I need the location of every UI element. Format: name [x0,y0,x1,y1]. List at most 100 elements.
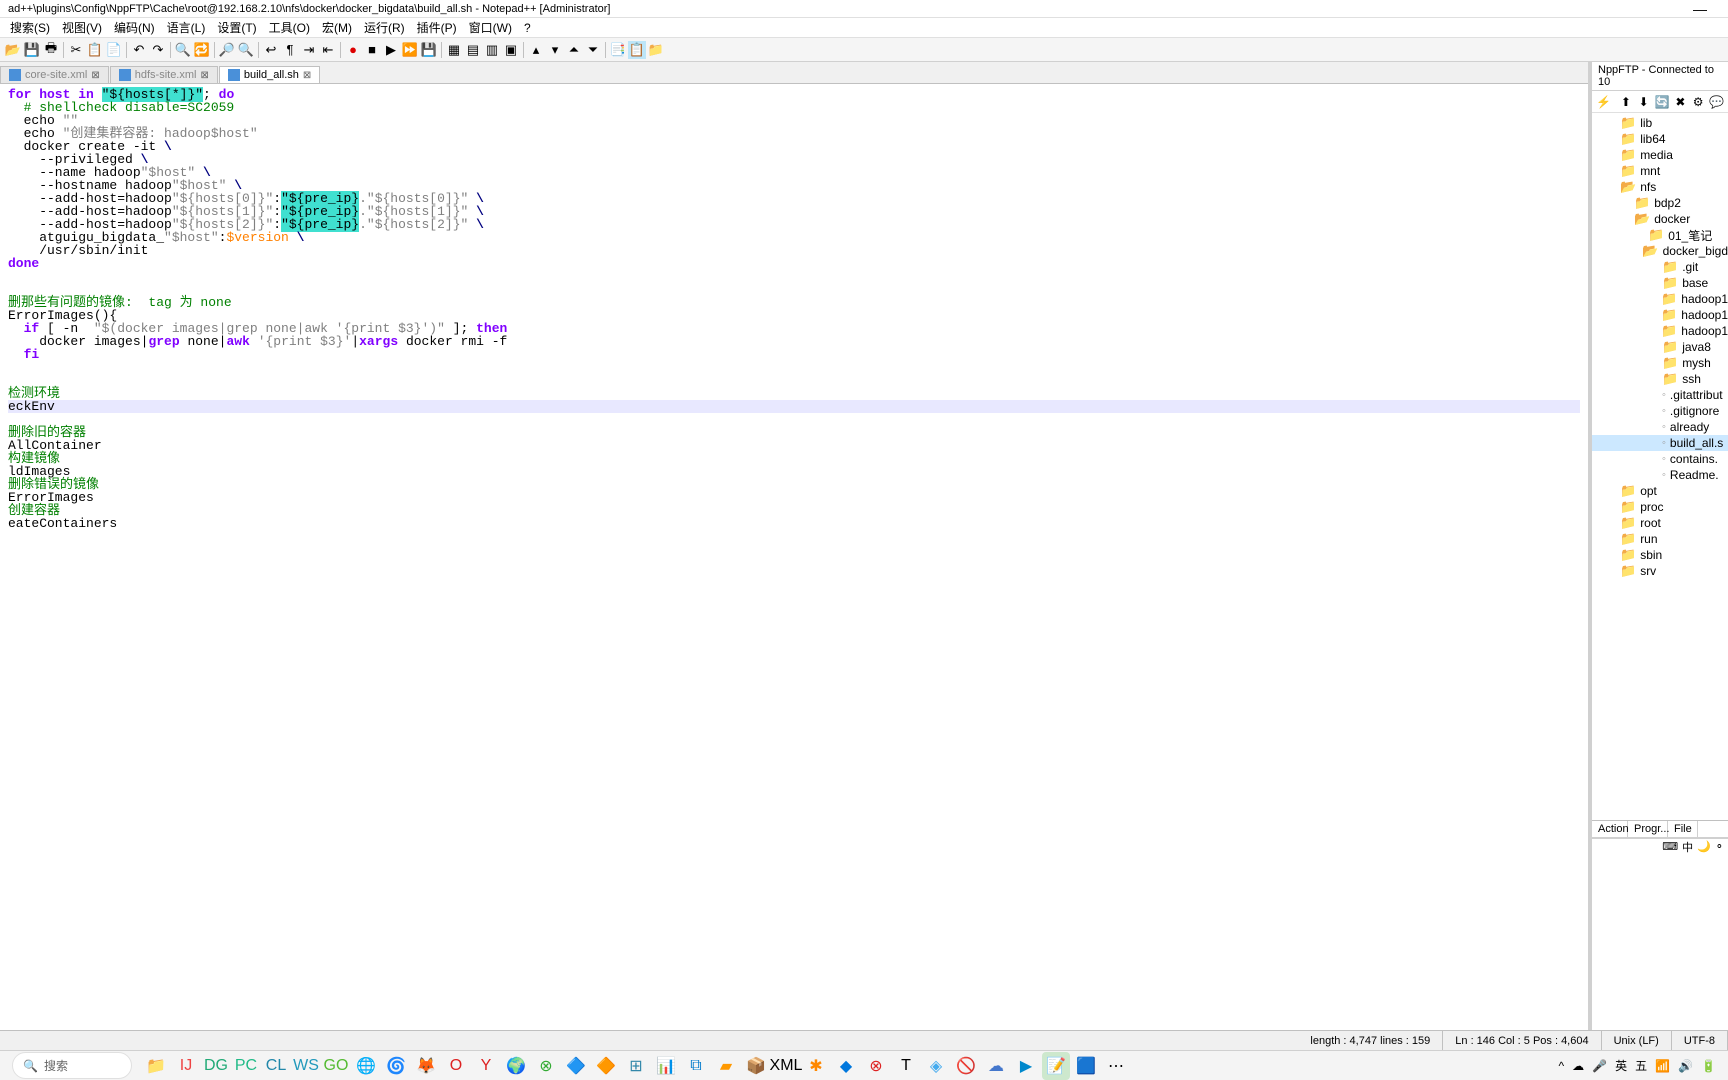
tree-folder[interactable]: 📁opt [1592,483,1728,499]
record-icon[interactable]: ● [344,41,362,59]
datagrip-icon[interactable]: DG [202,1052,230,1080]
outdent-icon[interactable]: ⇤ [319,41,337,59]
messages-icon[interactable]: 💬 [1709,94,1724,110]
wrap-icon[interactable]: ↩ [262,41,280,59]
sublime-icon[interactable]: ▰ [712,1052,740,1080]
tree-folder[interactable]: 📁mnt [1592,163,1728,179]
tree-folder[interactable]: 📁bdp2 [1592,195,1728,211]
webstorm-icon[interactable]: WS [292,1052,320,1080]
disconnect-icon[interactable]: ⚡ [1596,94,1611,110]
zoom-in-icon[interactable]: 🔎 [218,41,236,59]
replace-icon[interactable]: 🔁 [193,41,211,59]
tree-file[interactable]: ◦.gitattribut [1592,387,1728,403]
fast-icon[interactable]: ⏩ [401,41,419,59]
app2-icon[interactable]: 🔶 [592,1052,620,1080]
app3-icon[interactable]: ⊞ [622,1052,650,1080]
clion-icon[interactable]: CL [262,1052,290,1080]
menu-item[interactable]: 窗口(W) [463,17,518,38]
app4-icon[interactable]: 📊 [652,1052,680,1080]
tray-wifi-icon[interactable]: 📶 [1655,1059,1670,1073]
close-icon[interactable]: ⊠ [200,70,208,81]
tree-folder[interactable]: 📁ssh [1592,371,1728,387]
app12-icon[interactable]: 🟦 [1072,1052,1100,1080]
edge-icon[interactable]: 🌀 [382,1052,410,1080]
tree-folder[interactable]: 📁lib [1592,115,1728,131]
tree-file[interactable]: ◦Readme. [1592,467,1728,483]
menu-item[interactable]: 设置(T) [211,17,262,38]
doc-map-icon[interactable]: 📑 [609,41,627,59]
tray-app-icon[interactable]: 五 [1635,1057,1647,1074]
panel2-icon[interactable]: ▤ [464,41,482,59]
fold-all-icon[interactable]: ⏶ [565,41,583,59]
save-icon[interactable]: 💾 [23,41,41,59]
tray-cloud-icon[interactable]: ☁ [1572,1059,1584,1073]
virtualbox-icon[interactable]: 📦 [742,1052,770,1080]
tree-folder[interactable]: 📁sbin [1592,547,1728,563]
tree-file[interactable]: ◦already [1592,419,1728,435]
tray-mic-icon[interactable]: 🎤 [1592,1059,1607,1073]
tree-folder[interactable]: 📁run [1592,531,1728,547]
tree-folder[interactable]: 📁.git [1592,259,1728,275]
save-macro-icon[interactable]: 💾 [420,41,438,59]
find-icon[interactable]: 🔍 [174,41,192,59]
editor-tab[interactable]: build_all.sh⊠ [219,66,320,83]
goland-icon[interactable]: GO [322,1052,350,1080]
tree-file[interactable]: ◦contains. [1592,451,1728,467]
ime-indicator-icon[interactable]: 🌙 [1697,840,1711,853]
app11-icon[interactable]: ▶ [1012,1052,1040,1080]
ime-indicator-icon[interactable]: 中 [1682,839,1693,855]
abort-icon[interactable]: ✖ [1673,94,1687,110]
app7-icon[interactable]: ⊗ [862,1052,890,1080]
tray-expand-icon[interactable]: ^ [1559,1059,1565,1073]
indent-icon[interactable]: ⇥ [300,41,318,59]
panel3-icon[interactable]: ▥ [483,41,501,59]
close-icon[interactable]: ⊠ [91,70,99,81]
tree-folder[interactable]: 📂docker [1592,211,1728,227]
panel1-icon[interactable]: ▦ [445,41,463,59]
tree-file[interactable]: ◦build_all.s [1592,435,1728,451]
app10-icon[interactable]: ☁ [982,1052,1010,1080]
tree-folder[interactable]: 📁proc [1592,499,1728,515]
tree-folder[interactable]: 📁hadoop1 [1592,323,1728,339]
editor-tab[interactable]: core-site.xml⊠ [0,66,109,83]
tree-folder[interactable]: 📁java8 [1592,339,1728,355]
paste-icon[interactable]: 📄 [105,41,123,59]
show-all-icon[interactable]: ¶ [281,41,299,59]
close-icon[interactable]: ⊠ [303,70,311,81]
browser2-icon[interactable]: 🌍 [502,1052,530,1080]
more-apps-icon[interactable]: ⋯ [1102,1052,1130,1080]
folder-icon[interactable]: 📁 [647,41,665,59]
intellij-icon[interactable]: IJ [172,1052,200,1080]
copy-icon[interactable]: 📋 [86,41,104,59]
tree-folder[interactable]: 📁lib64 [1592,131,1728,147]
log-column-header[interactable]: Progr... [1628,821,1668,837]
firefox-icon[interactable]: 🦊 [412,1052,440,1080]
zoom-out-icon[interactable]: 🔍 [237,41,255,59]
explorer-icon[interactable]: 📁 [142,1052,170,1080]
ftp-tree[interactable]: 📁lib📁lib64📁media📁mnt📂nfs📁bdp2📂docker📁01_… [1592,113,1728,820]
menu-item[interactable]: 语言(L) [161,17,212,38]
tree-folder[interactable]: 📁base [1592,275,1728,291]
app8-icon[interactable]: ◈ [922,1052,950,1080]
opera-icon[interactable]: O [442,1052,470,1080]
tree-file[interactable]: ◦.gitignore [1592,403,1728,419]
tree-folder[interactable]: 📁01_笔记 [1592,227,1728,243]
tray-battery-icon[interactable]: 🔋 [1701,1059,1716,1073]
menu-item[interactable]: 工具(O) [263,17,316,38]
taskbar-search[interactable]: 🔍 搜索 [12,1052,132,1079]
tree-folder[interactable]: 📂nfs [1592,179,1728,195]
menu-item[interactable]: 宏(M) [316,17,358,38]
ime-indicator-icon[interactable]: ⚬ [1715,840,1724,853]
app6-icon[interactable]: ◆ [832,1052,860,1080]
yandex-icon[interactable]: Y [472,1052,500,1080]
save-all-icon[interactable]: 🖶 [42,41,60,59]
pycharm-icon[interactable]: PC [232,1052,260,1080]
code-editor[interactable]: for host in "${hosts[*]}"; do # shellche… [0,84,1588,1030]
app9-icon[interactable]: 🚫 [952,1052,980,1080]
panel4-icon[interactable]: ▣ [502,41,520,59]
unfold-icon[interactable]: ▾ [546,41,564,59]
menu-item[interactable]: ? [518,19,537,37]
vscode-icon[interactable]: ⧉ [682,1052,710,1080]
log-column-header[interactable]: Action [1592,821,1628,837]
tree-folder[interactable]: 📁hadoop1 [1592,307,1728,323]
